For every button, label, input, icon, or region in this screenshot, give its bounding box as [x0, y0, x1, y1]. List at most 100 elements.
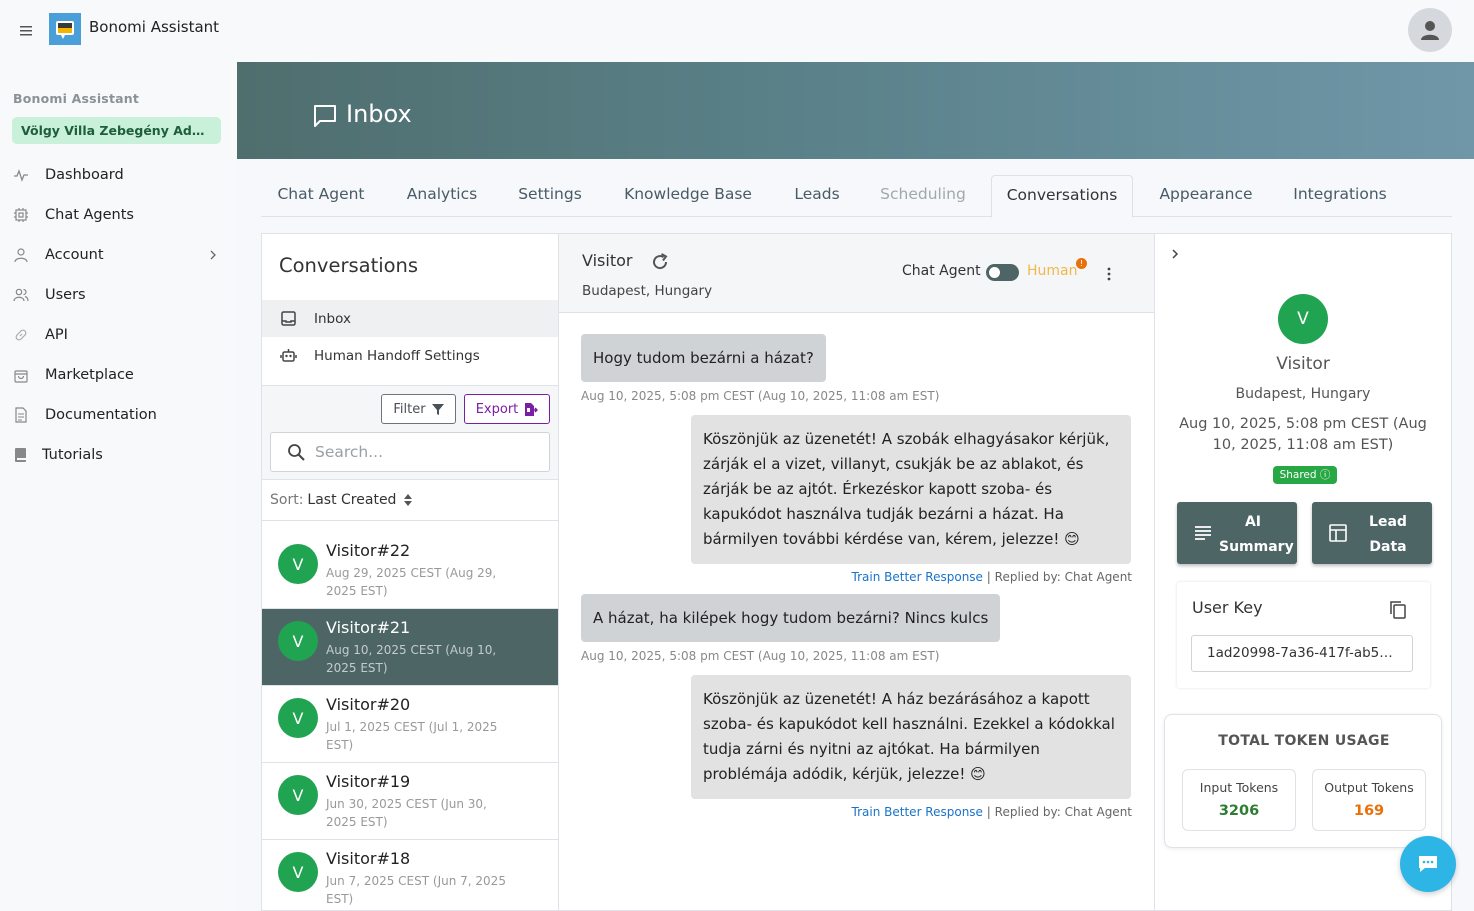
user-key-label: User Key — [1192, 598, 1263, 617]
message-reply-meta: Train Better Response | Replied by: Chat… — [852, 805, 1132, 819]
user-icon — [14, 248, 28, 263]
sidebar-title: Bonomi Assistant — [13, 91, 140, 106]
conversation-name: Visitor#20 — [326, 695, 411, 714]
tab-conversations[interactable]: Conversations — [991, 175, 1133, 218]
search-icon — [288, 444, 305, 461]
user-key-value[interactable]: 1ad20998-7a36-417f-ab5c-... — [1191, 635, 1413, 672]
conversation-name: Visitor#19 — [326, 772, 411, 791]
conversation-item-selected[interactable]: V Visitor#21 Aug 10, 2025 CEST (Aug 10, … — [262, 609, 558, 686]
sidebar-item-account[interactable]: Account — [0, 235, 237, 275]
input-tokens-label: Input Tokens — [1199, 780, 1279, 795]
conversation-item[interactable]: V Visitor#20 Jul 1, 2025 CEST (Jul 1, 20… — [262, 686, 558, 763]
sidebar-item-marketplace[interactable]: Marketplace — [0, 355, 237, 395]
sidebar-item-dashboard[interactable]: Dashboard — [0, 155, 237, 195]
visitor-location: Budapest, Hungary — [1235, 386, 1371, 402]
toggle-knob — [989, 267, 1000, 278]
chat-column: Visitor Budapest, Hungary Chat Agent Hum… — [559, 234, 1155, 911]
chat-widget-button[interactable] — [1400, 836, 1456, 892]
nav-human-handoff-settings[interactable]: Human Handoff Settings — [262, 337, 558, 374]
sidebar-item-documentation[interactable]: Documentation — [0, 395, 237, 435]
conversation-date: Aug 10, 2025 CEST (Aug 10, 2025 EST) — [326, 643, 497, 675]
copy-icon[interactable] — [1389, 600, 1407, 620]
output-tokens-label: Output Tokens — [1324, 780, 1414, 795]
tab-leads[interactable]: Leads — [783, 175, 851, 217]
sidebar-item-label: Marketplace — [45, 367, 134, 383]
chat-header: Visitor Budapest, Hungary Chat Agent Hum… — [559, 234, 1154, 313]
lead-data-label: Lead Data — [1369, 514, 1407, 555]
chat-widget-icon — [1419, 856, 1437, 872]
user-avatar[interactable] — [1408, 8, 1452, 52]
menu-icon[interactable] — [19, 24, 35, 38]
tab-settings[interactable]: Settings — [506, 175, 594, 217]
conversation-date: Aug 29, 2025 CEST (Aug 29, 2025 EST) — [326, 566, 497, 598]
conversation-date: Jul 1, 2025 CEST (Jul 1, 2025 EST) — [326, 720, 498, 752]
token-usage-title: TOTAL TOKEN USAGE — [1218, 733, 1390, 749]
input-tokens-value: 3206 — [1218, 803, 1260, 819]
collapse-panel-icon[interactable] — [1169, 248, 1181, 260]
user-key-card: User Key 1ad20998-7a36-417f-ab5c-... — [1177, 582, 1430, 688]
user-message: Hogy tudom bezárni a házat? — [581, 334, 826, 382]
conversation-item[interactable]: V Visitor#22 Aug 29, 2025 CEST (Aug 29, … — [262, 532, 558, 609]
tab-scheduling: Scheduling — [880, 185, 966, 203]
train-better-response-link[interactable]: Train Better Response — [852, 805, 983, 819]
nav-human-handoff-label: Human Handoff Settings — [314, 347, 480, 364]
agent-human-toggle[interactable] — [986, 264, 1019, 281]
output-tokens-value: 169 — [1353, 803, 1385, 819]
shopping-bag-icon — [14, 370, 28, 383]
link-icon — [15, 329, 27, 341]
user-message: A házat, ha kilépek hogy tudom bezárni? … — [581, 594, 1001, 642]
tab-analytics[interactable]: Analytics — [388, 175, 496, 217]
sidebar-item-api[interactable]: API — [0, 315, 237, 355]
conversation-avatar: V — [278, 544, 318, 584]
filter-button[interactable]: Filter — [381, 394, 456, 424]
sidebar-item-users[interactable]: Users — [0, 275, 237, 315]
sidebar-item-label: Dashboard — [45, 167, 124, 183]
inbox-icon — [281, 311, 296, 326]
chat-agent-label: Chat Agent — [902, 263, 981, 279]
sidebar: Bonomi Assistant Völgy Villa Zebegény Ad… — [0, 62, 237, 911]
tab-knowledge-base[interactable]: Knowledge Base — [606, 175, 770, 217]
nav-inbox[interactable]: Inbox — [262, 300, 558, 337]
page-title: Inbox — [346, 100, 412, 128]
conversations-heading: Conversations — [279, 254, 419, 277]
notification-badge: ! — [1076, 258, 1087, 269]
sidebar-item-tutorials[interactable]: Tutorials — [0, 435, 237, 475]
user-avatar-icon — [1421, 21, 1439, 40]
brand-name: Bonomi Assistant — [89, 18, 220, 36]
page-banner: Inbox — [237, 62, 1474, 159]
search-input[interactable] — [315, 441, 535, 463]
conversation-name: Visitor#22 — [326, 541, 411, 560]
conversation-avatar: V — [278, 621, 318, 661]
conversation-avatar: V — [278, 852, 318, 892]
more-options-icon[interactable] — [1104, 266, 1114, 282]
refresh-icon[interactable] — [650, 252, 670, 272]
sidebar-item-label: Tutorials — [42, 447, 103, 463]
tab-appearance[interactable]: Appearance — [1144, 175, 1268, 217]
filter-icon — [431, 403, 444, 415]
conversation-name: Visitor#18 — [326, 849, 411, 868]
output-tokens-card: Output Tokens 169 — [1312, 769, 1426, 831]
lines-icon — [1195, 526, 1211, 540]
search-box[interactable] — [270, 432, 550, 472]
tab-integrations[interactable]: Integrations — [1282, 175, 1398, 217]
conversation-item[interactable]: V Visitor#19 Jun 30, 2025 CEST (Jun 30, … — [262, 763, 558, 840]
chevron-right-icon — [210, 250, 216, 260]
conversation-date: Jun 7, 2025 CEST (Jun 7, 2025 EST) — [326, 874, 506, 906]
human-label: Human — [1027, 263, 1078, 279]
sidebar-item-label: API — [45, 327, 68, 343]
table-icon — [1329, 524, 1347, 542]
sort-control[interactable]: Sort: Last Created — [262, 480, 558, 521]
ai-summary-button[interactable]: AI Summary — [1177, 502, 1297, 564]
chat-visitor-name: Visitor — [582, 251, 633, 270]
train-better-response-link[interactable]: Train Better Response — [852, 570, 983, 584]
conversation-item[interactable]: V Visitor#18 Jun 7, 2025 CEST (Jun 7, 20… — [262, 840, 558, 911]
export-button[interactable]: Export — [464, 394, 550, 424]
conversation-date: Jun 30, 2025 CEST (Jun 30, 2025 EST) — [326, 797, 487, 829]
tab-chat-agent[interactable]: Chat Agent — [261, 175, 381, 217]
lead-data-button[interactable]: Lead Data — [1312, 502, 1432, 564]
conversation-name: Visitor#21 — [326, 618, 411, 637]
workspace-chip[interactable]: Völgy Villa Zebegény Adm... — [12, 117, 221, 144]
sort-value: Last Created — [307, 492, 397, 508]
sidebar-item-chat-agents[interactable]: Chat Agents — [0, 195, 237, 235]
tab-bar: Chat Agent Analytics Settings Knowledge … — [261, 175, 1452, 218]
